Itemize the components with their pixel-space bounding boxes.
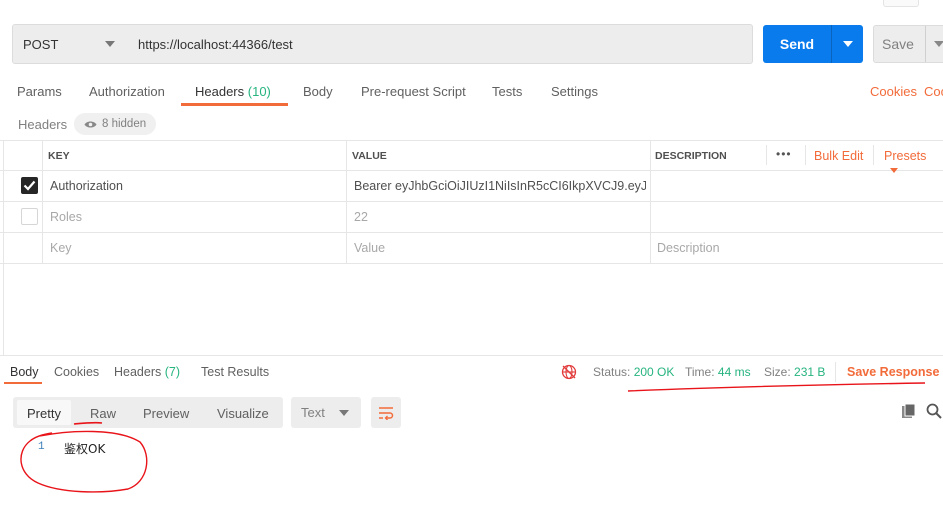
annotation-marks: [20, 382, 926, 493]
